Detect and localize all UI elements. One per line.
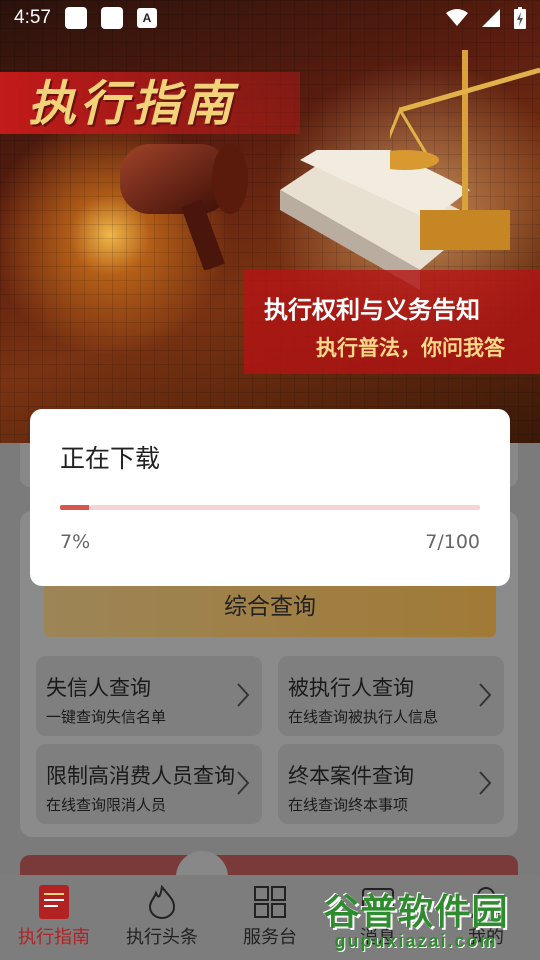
a-badge-icon: A: [136, 8, 157, 28]
status-bar: 4:57 A: [0, 0, 540, 36]
query-item-subtitle: 在线查询被执行人信息: [288, 708, 439, 726]
tab-headlines[interactable]: 执行头条: [108, 875, 216, 960]
query-item-title: 失信人查询: [46, 676, 151, 700]
tab-label: 服务台: [243, 927, 297, 948]
query-item-dishonest[interactable]: 失信人查询 一键查询失信名单: [36, 656, 262, 736]
wifi-icon: [446, 9, 468, 26]
watermark-url: gupuxiazai.com: [334, 930, 498, 951]
banner-tagline: 执行普法，你问我答: [316, 335, 505, 360]
query-item-terminated-case[interactable]: 终本案件查询 在线查询终本事项: [278, 744, 504, 824]
chevron-right-icon: [479, 771, 492, 795]
query-item-title: 终本案件查询: [288, 764, 414, 788]
chevron-right-icon: [479, 683, 492, 707]
scale-of-justice-illustration: [390, 50, 540, 250]
flame-icon: [148, 885, 176, 919]
chevron-right-icon: [237, 771, 250, 795]
tab-label: 执行头条: [126, 927, 198, 948]
query-item-subtitle: 在线查询终本事项: [288, 796, 409, 814]
chevron-right-icon: [237, 683, 250, 707]
guide-book-icon: [39, 885, 69, 919]
download-count: 7/100: [425, 531, 480, 553]
watermark-name: 谷普软件园: [323, 891, 509, 933]
dialog-title: 正在下载: [60, 444, 161, 473]
download-percent: 7%: [60, 531, 91, 553]
query-item-executed-person[interactable]: 被执行人查询 在线查询被执行人信息: [278, 656, 504, 736]
query-item-subtitle: 一键查询失信名单: [46, 708, 167, 726]
query-item-title: 被执行人查询: [288, 676, 414, 700]
site-watermark: 谷普软件园 gupuxiazai.com: [296, 878, 536, 956]
download-progress-bar: [60, 505, 480, 510]
battery-charging-icon: [514, 7, 526, 29]
gavel-illustration: [120, 144, 248, 270]
grid-icon: [254, 886, 286, 918]
banner-title: 执行指南: [28, 76, 237, 132]
tab-label: 执行指南: [18, 927, 90, 948]
query-item-high-consumption[interactable]: 限制高消费人员查询 在线查询限消人员: [36, 744, 262, 824]
status-time: 4:57: [14, 7, 51, 28]
hero-banner[interactable]: 执行指南 执行权利与义务告知 执行普法，你问我答: [0, 0, 540, 443]
banner-subtitle: 执行权利与义务告知: [264, 295, 480, 324]
tab-guide[interactable]: 执行指南: [0, 875, 108, 960]
query-item-title: 限制高消费人员查询: [46, 764, 235, 788]
query-item-subtitle: 在线查询限消人员: [46, 796, 167, 814]
download-progress-fill: [60, 505, 90, 510]
signal-icon: [482, 9, 500, 27]
app-square-icon: [64, 7, 87, 29]
app-square-icon: [100, 7, 123, 29]
download-dialog: 正在下载 7% 7/100: [30, 409, 510, 586]
